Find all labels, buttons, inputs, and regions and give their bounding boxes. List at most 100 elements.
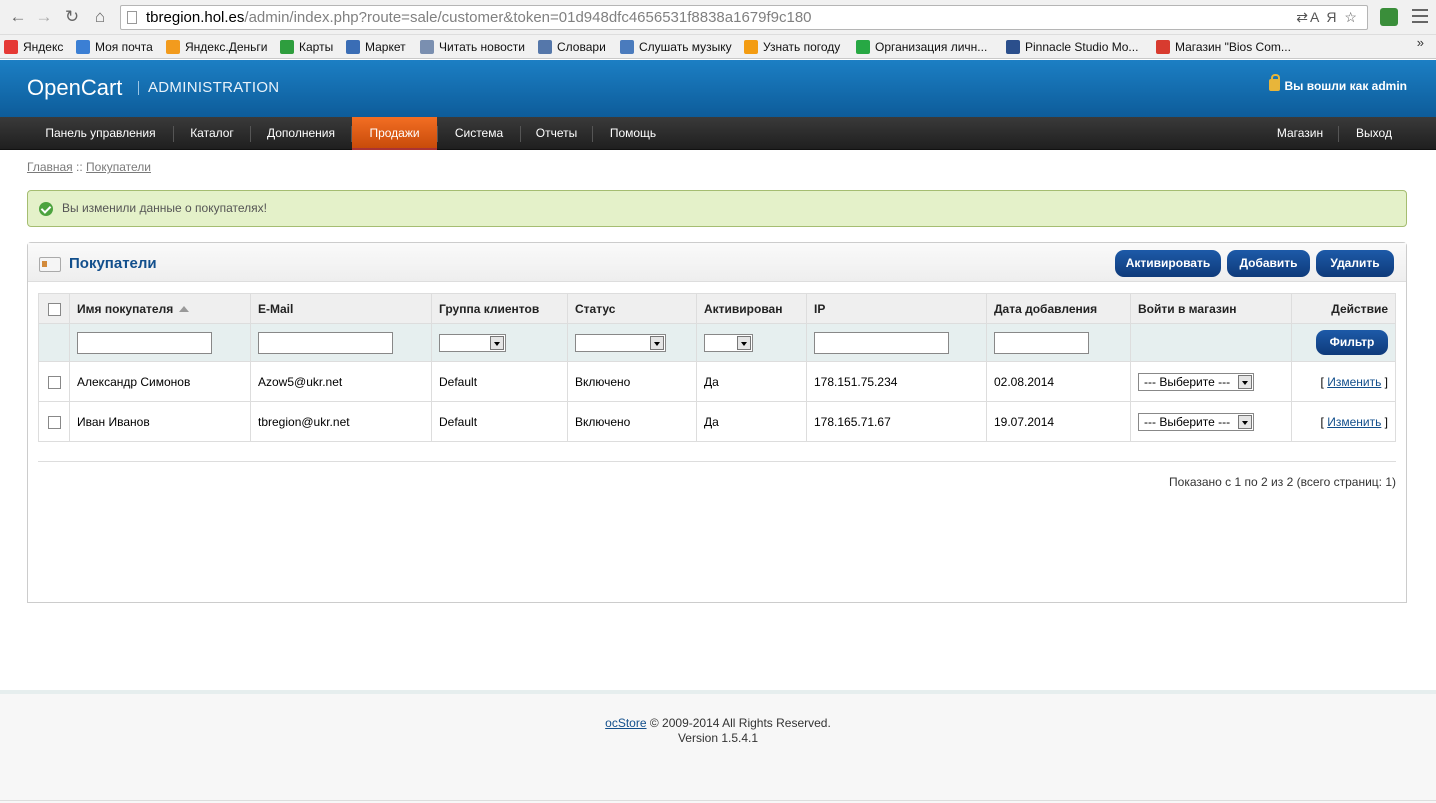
add-button[interactable]: Добавить xyxy=(1227,250,1310,277)
bookmark-item[interactable]: Магазин "Bios Com... xyxy=(1156,38,1291,56)
menu-item-logout[interactable]: Выход xyxy=(1339,117,1409,150)
filter-email-input[interactable] xyxy=(258,331,393,354)
bookmark-icon xyxy=(1006,40,1020,54)
customer-status: Включено xyxy=(567,401,697,442)
filter-button[interactable]: Фильтр xyxy=(1316,330,1388,355)
table-row: Александр Симонов Azow5@ukr.net Default … xyxy=(38,361,1396,402)
breadcrumb-home[interactable]: Главная xyxy=(27,160,73,174)
customer-status: Включено xyxy=(567,361,697,402)
bookmark-label: Карты xyxy=(299,40,334,54)
customer-name: Александр Симонов xyxy=(69,361,251,402)
back-icon[interactable]: ← xyxy=(8,7,28,27)
select-all-checkbox[interactable] xyxy=(47,302,61,316)
bookmark-item[interactable]: Яндекс xyxy=(4,38,63,56)
bookmark-icon xyxy=(856,40,870,54)
bookmark-icon xyxy=(280,40,294,54)
logo-divider xyxy=(138,81,139,95)
address-bar[interactable]: tbregion.hol.es/admin/index.php?route=sa… xyxy=(120,5,1368,30)
menu-item-sales[interactable]: Продажи xyxy=(352,117,437,150)
filter-name-input[interactable] xyxy=(77,331,212,354)
column-login-store: Войти в магазин xyxy=(1130,293,1292,324)
bookmarks-more-icon[interactable]: » xyxy=(1417,35,1424,50)
bookmark-icon xyxy=(538,40,552,54)
column-name[interactable]: Имя покупателя xyxy=(69,293,251,324)
customer-ip: 178.151.75.234 xyxy=(806,361,987,402)
bookmark-item[interactable]: Слушать музыку xyxy=(620,38,732,56)
customer-email: tbregion@ukr.net xyxy=(250,401,432,442)
bookmark-label: Яндекс xyxy=(23,40,64,54)
column-email[interactable]: E-Mail xyxy=(250,293,432,324)
login-store-select[interactable]: --- Выберите --- xyxy=(1138,372,1254,391)
url-actions[interactable]: ⇄A Я ☆ xyxy=(1296,6,1359,29)
footer-copyright: ocStore © 2009-2014 All Rights Reserved. xyxy=(605,716,831,730)
filter-status-select[interactable] xyxy=(575,333,666,352)
customer-date: 02.08.2014 xyxy=(986,361,1131,402)
bookmark-item[interactable]: Организация личн... xyxy=(856,38,987,56)
edit-link[interactable]: Изменить xyxy=(1327,375,1381,389)
bookmark-icon xyxy=(744,40,758,54)
customer-approved: Да xyxy=(696,361,807,402)
bookmark-label: Магазин "Bios Com... xyxy=(1175,40,1291,54)
bookmark-item[interactable]: Моя почта xyxy=(76,38,153,56)
home-icon[interactable]: ⌂ xyxy=(90,7,110,27)
bookmark-label: Маркет xyxy=(365,40,406,54)
bookmark-item[interactable]: Маркет xyxy=(346,38,406,56)
bookmark-label: Слушать музыку xyxy=(639,40,732,54)
bookmark-icon xyxy=(420,40,434,54)
footer-bottom-line xyxy=(0,800,1436,801)
breadcrumb-customers[interactable]: Покупатели xyxy=(86,160,151,174)
forward-icon[interactable]: → xyxy=(34,7,54,27)
browser-toolbar: ← → ↻ ⌂ tbregion.hol.es/admin/index.php?… xyxy=(0,0,1436,35)
admin-header: OpenCart ADMINISTRATION Вы вошли как adm… xyxy=(0,60,1436,117)
row-checkbox[interactable] xyxy=(47,415,61,429)
logo[interactable]: OpenCart xyxy=(27,75,122,101)
reload-icon[interactable]: ↻ xyxy=(62,7,82,27)
bookmark-item[interactable]: Карты xyxy=(280,38,333,56)
column-date-added[interactable]: Дата добавления xyxy=(986,293,1131,324)
main-menu: Панель управления Каталог Дополнения Про… xyxy=(0,117,1436,150)
footer-brand-link[interactable]: ocStore xyxy=(605,716,646,730)
login-store-select[interactable]: --- Выберите --- xyxy=(1138,412,1254,431)
activate-button[interactable]: Активировать xyxy=(1115,250,1221,277)
url-host: tbregion.hol.es xyxy=(146,9,245,26)
filter-approved-select[interactable] xyxy=(704,333,753,352)
footer-version: Version 1.5.4.1 xyxy=(677,731,759,745)
menu-item-help[interactable]: Помощь xyxy=(593,117,673,150)
menu-item-extensions[interactable]: Дополнения xyxy=(251,117,351,150)
chevron-down-icon xyxy=(737,335,751,350)
filter-group-select[interactable] xyxy=(439,333,506,352)
column-approved[interactable]: Активирован xyxy=(696,293,807,324)
extension-icon[interactable] xyxy=(1380,8,1398,26)
filter-ip-input[interactable] xyxy=(814,331,949,354)
breadcrumb: Главная :: Покупатели xyxy=(27,160,151,174)
bookmark-item[interactable]: Словари xyxy=(538,38,606,56)
column-group[interactable]: Группа клиентов xyxy=(431,293,568,324)
menu-item-store[interactable]: Магазин xyxy=(1262,117,1338,150)
bookmark-icon xyxy=(1156,40,1170,54)
menu-item-system[interactable]: Система xyxy=(438,117,520,150)
bookmark-item[interactable]: Узнать погоду xyxy=(744,38,840,56)
delete-button[interactable]: Удалить xyxy=(1316,250,1394,277)
bookmark-label: Pinnacle Studio Mo... xyxy=(1025,40,1139,54)
bookmark-item[interactable]: Читать новости xyxy=(420,38,525,56)
filter-date-input[interactable] xyxy=(994,331,1089,354)
customer-date: 19.07.2014 xyxy=(986,401,1131,442)
page-icon xyxy=(127,11,137,24)
bookmark-item[interactable]: Pinnacle Studio Mo... xyxy=(1006,38,1138,56)
customer-card-icon xyxy=(39,257,61,272)
chevron-down-icon xyxy=(1238,374,1252,389)
column-ip[interactable]: IP xyxy=(806,293,987,324)
menu-item-catalog[interactable]: Каталог xyxy=(174,117,250,150)
column-status[interactable]: Статус xyxy=(567,293,697,324)
menu-item-reports[interactable]: Отчеты xyxy=(521,117,592,150)
menu-item-dashboard[interactable]: Панель управления xyxy=(28,117,173,150)
lock-icon xyxy=(1268,74,1280,91)
row-checkbox[interactable] xyxy=(47,375,61,389)
bookmark-item[interactable]: Яндекс.Деньги xyxy=(166,38,267,56)
footer: ocStore © 2009-2014 All Rights Reserved.… xyxy=(0,690,1436,803)
edit-link[interactable]: Изменить xyxy=(1327,415,1381,429)
bookmarks-bar: Яндекс Моя почта Яндекс.Деньги Карты Маркет Ч… xyxy=(0,35,1436,59)
success-message: Вы изменили данные о покупателях! xyxy=(62,201,267,215)
browser-menu-icon[interactable] xyxy=(1412,9,1428,23)
bookmark-icon xyxy=(76,40,90,54)
